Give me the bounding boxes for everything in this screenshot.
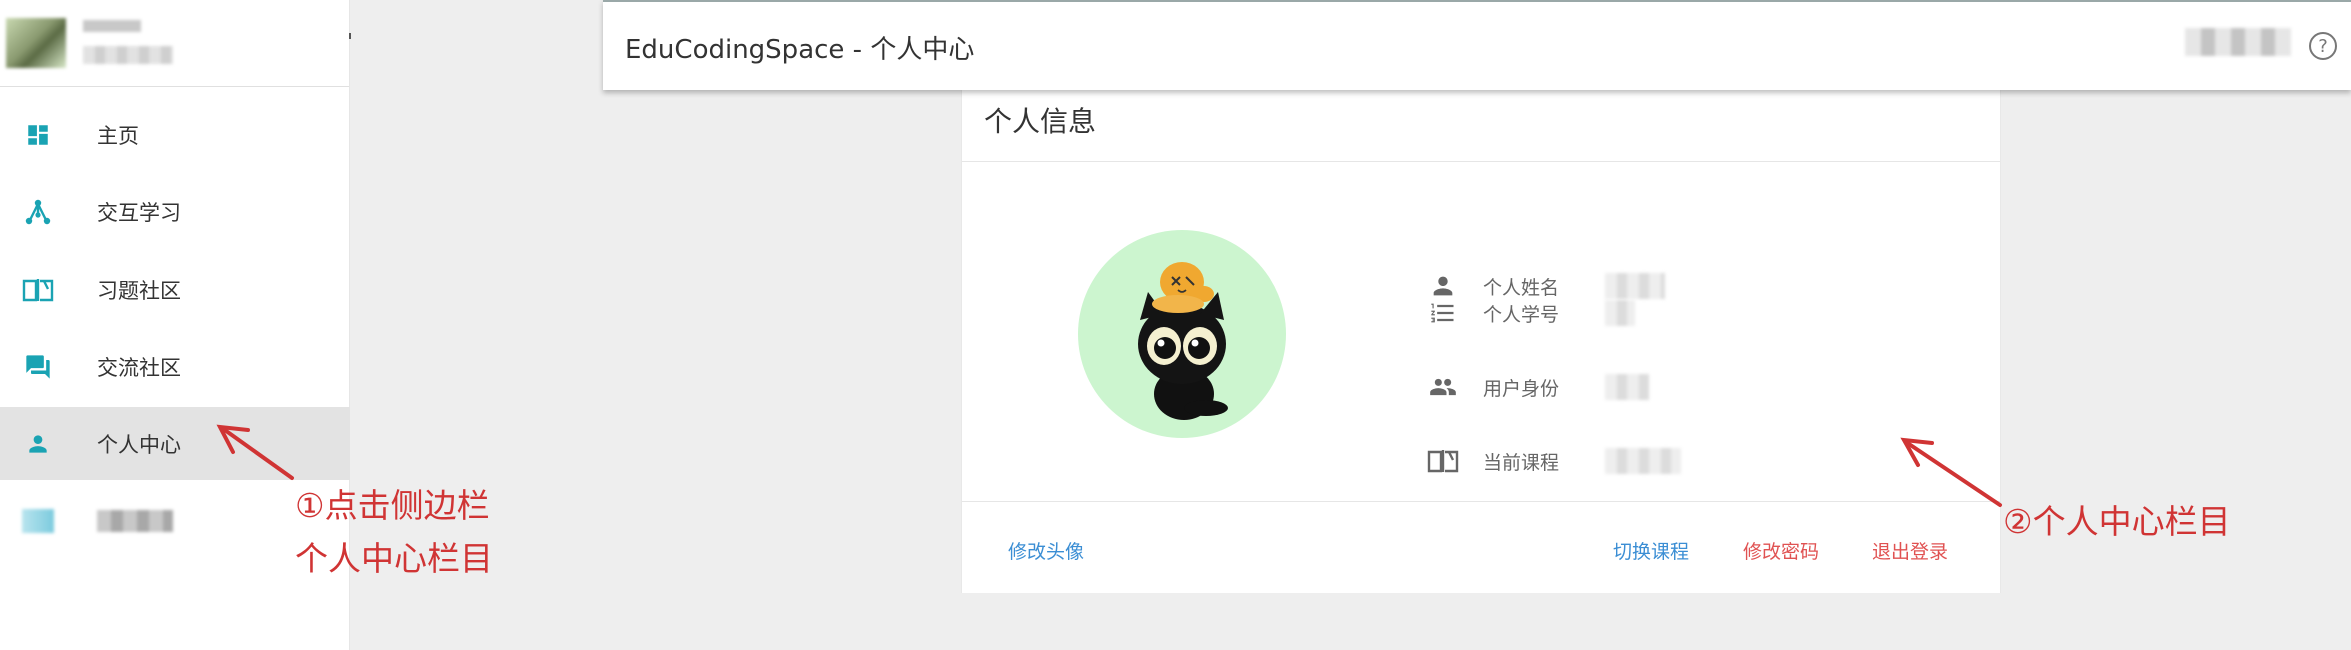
field-label: 个人学号 [1483,303,1560,326]
annotation-step1-line2: 个人中心栏目 [295,539,493,578]
annotation-step2: ②个人中心栏目 [2003,502,2231,541]
logout-button[interactable]: 退出登录 [1872,537,1948,564]
field-value-blurred [1605,448,1681,474]
help-icon[interactable]: ? [2309,32,2337,60]
change-password-button[interactable]: 修改密码 [1743,537,1819,564]
open-book-icon [22,274,54,306]
sidebar-item-home[interactable]: 主页 [0,98,350,171]
group-icon [1427,371,1459,403]
profile-card: 个人信息 个人姓名 个人学号 用户身份 当前课程 修改头像 切换课程 修改密码 … [961,89,2001,593]
user-avatar-blurred[interactable] [6,18,66,68]
profile-avatar[interactable] [1078,230,1286,438]
share-graph-icon [22,196,54,228]
field-value-blurred [1605,300,1635,326]
sidebar-item-interactive-learning[interactable]: 交互学习 [0,175,350,248]
sidebar-item-personal-center[interactable]: 个人中心 [0,407,350,480]
field-label: 个人姓名 [1483,276,1560,299]
sidebar-user-header [0,0,349,87]
user-id-blurred [83,46,173,64]
numbered-list-icon [1427,297,1459,329]
switch-course-button[interactable]: 切换课程 [1613,537,1689,564]
divider [962,501,2000,502]
sidebar-toggle-mark [349,33,351,39]
field-label: 当前课程 [1483,451,1560,474]
card-title: 个人信息 [984,105,1097,138]
blurred-icon [22,508,54,533]
sidebar-item-label: 交流社区 [97,355,181,380]
divider [962,161,2000,162]
sidebar-item-label: 交互学习 [97,200,181,225]
username-blurred [83,20,141,32]
field-label: 用户身份 [1483,377,1560,400]
cartoon-cat-icon [1138,262,1228,420]
page-title: EduCodingSpace - 个人中心 [625,35,975,65]
forum-icon [22,351,54,383]
sidebar-item-label: 主页 [97,123,139,148]
sidebar-item-discussion-community[interactable]: 交流社区 [0,330,350,403]
sidebar-item-label: 个人中心 [97,432,181,457]
info-row-identity: 用户身份 [1427,367,1649,407]
info-row-current-course: 当前课程 [1427,441,1681,481]
annotation-step1-line1: ①点击侧边栏 [295,486,490,525]
sidebar-item-label: 习题社区 [97,278,181,303]
field-value-blurred [1605,374,1649,400]
dashboard-icon [22,119,54,151]
person-icon [22,428,54,460]
sidebar-item-exercise-community[interactable]: 习题社区 [0,253,350,326]
info-row-student-id: 个人学号 [1427,293,1635,333]
top-user-blurred[interactable] [2185,28,2291,56]
blurred-label [97,509,173,532]
field-value-blurred [1605,273,1665,299]
open-book-icon [1427,445,1459,477]
change-avatar-button[interactable]: 修改头像 [1008,537,1084,564]
top-app-bar: EduCodingSpace - 个人中心 ? [603,0,2351,90]
